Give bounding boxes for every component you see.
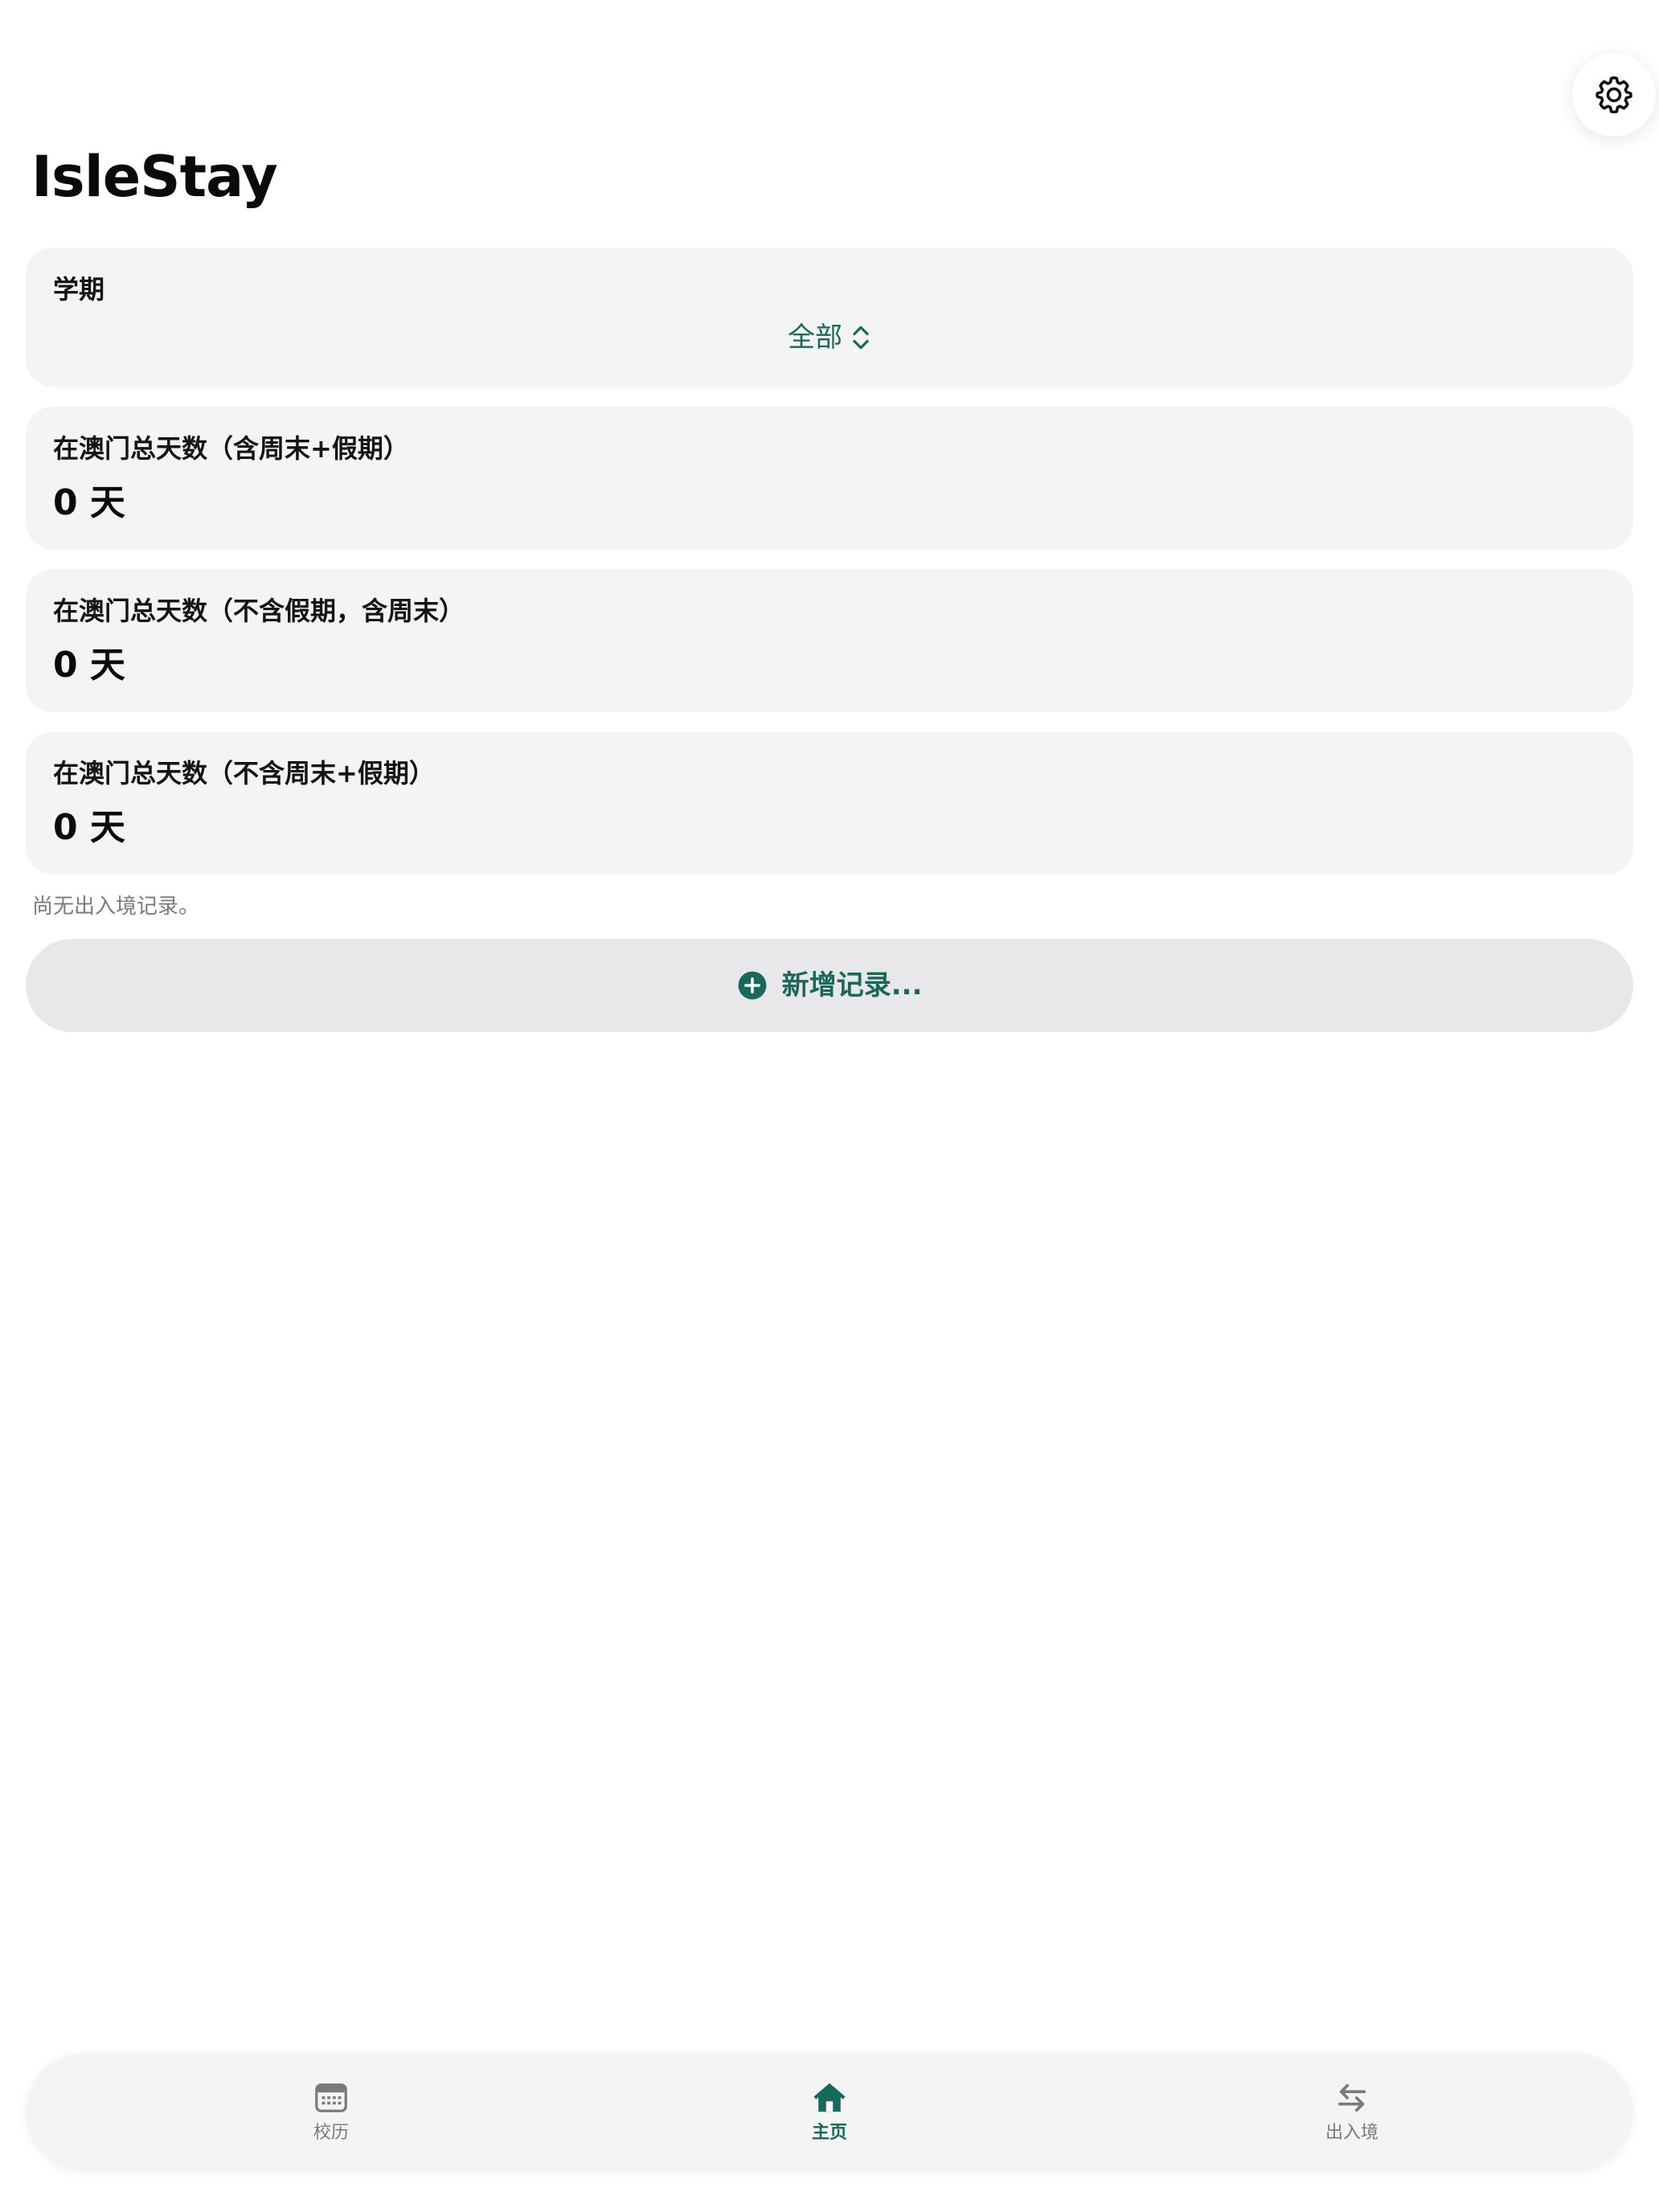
tab-label: 校历 — [313, 2123, 349, 2143]
empty-records-message: 尚无出入境记录。 — [32, 895, 200, 919]
tab-home[interactable]: 主页 — [733, 2053, 926, 2172]
tab-bar: 校历 主页 出入境 — [26, 2053, 1633, 2172]
page-title: IsleStay — [31, 144, 278, 210]
tab-calendar[interactable]: 校历 — [235, 2053, 428, 2172]
tab-label: 出入境 — [1325, 2123, 1378, 2143]
stat-label: 在澳门总天数（不含假期，含周末） — [53, 596, 465, 626]
semester-card: 学期 全部 — [26, 248, 1633, 387]
chevron-up-down-icon — [853, 326, 869, 350]
semester-label: 学期 — [53, 274, 105, 305]
add-record-label: 新增记录... — [781, 969, 923, 1002]
semester-picker[interactable]: 全部 — [26, 318, 1633, 357]
home-icon — [813, 2083, 846, 2112]
home-screen: IsleStay 学期 全部 在澳门总天数（含周末+假期） 0 天 在澳门总天数… — [0, 0, 1659, 2212]
stat-value: 0 天 — [53, 645, 125, 686]
tab-label: 主页 — [811, 2123, 847, 2143]
plus-circle-icon — [738, 971, 767, 1000]
calendar-icon — [315, 2083, 347, 2112]
arrows-left-right-icon — [1337, 2083, 1366, 2112]
stat-card-total: 在澳门总天数（含周末+假期） 0 天 — [26, 407, 1633, 550]
stat-label: 在澳门总天数（含周末+假期） — [53, 433, 409, 464]
tab-border-crossings[interactable]: 出入境 — [1256, 2053, 1448, 2172]
stat-card-excluding-weekends-holidays: 在澳门总天数（不含周末+假期） 0 天 — [26, 731, 1633, 875]
semester-selected-value: 全部 — [788, 322, 842, 354]
stat-value: 0 天 — [53, 807, 125, 848]
settings-button[interactable] — [1572, 53, 1656, 137]
add-record-button[interactable]: 新增记录... — [26, 939, 1633, 1032]
stat-value: 0 天 — [53, 482, 125, 523]
gear-icon — [1596, 76, 1632, 114]
stat-card-excluding-holidays: 在澳门总天数（不含假期，含周末） 0 天 — [26, 569, 1633, 712]
stat-label: 在澳门总天数（不含周末+假期） — [53, 758, 435, 789]
